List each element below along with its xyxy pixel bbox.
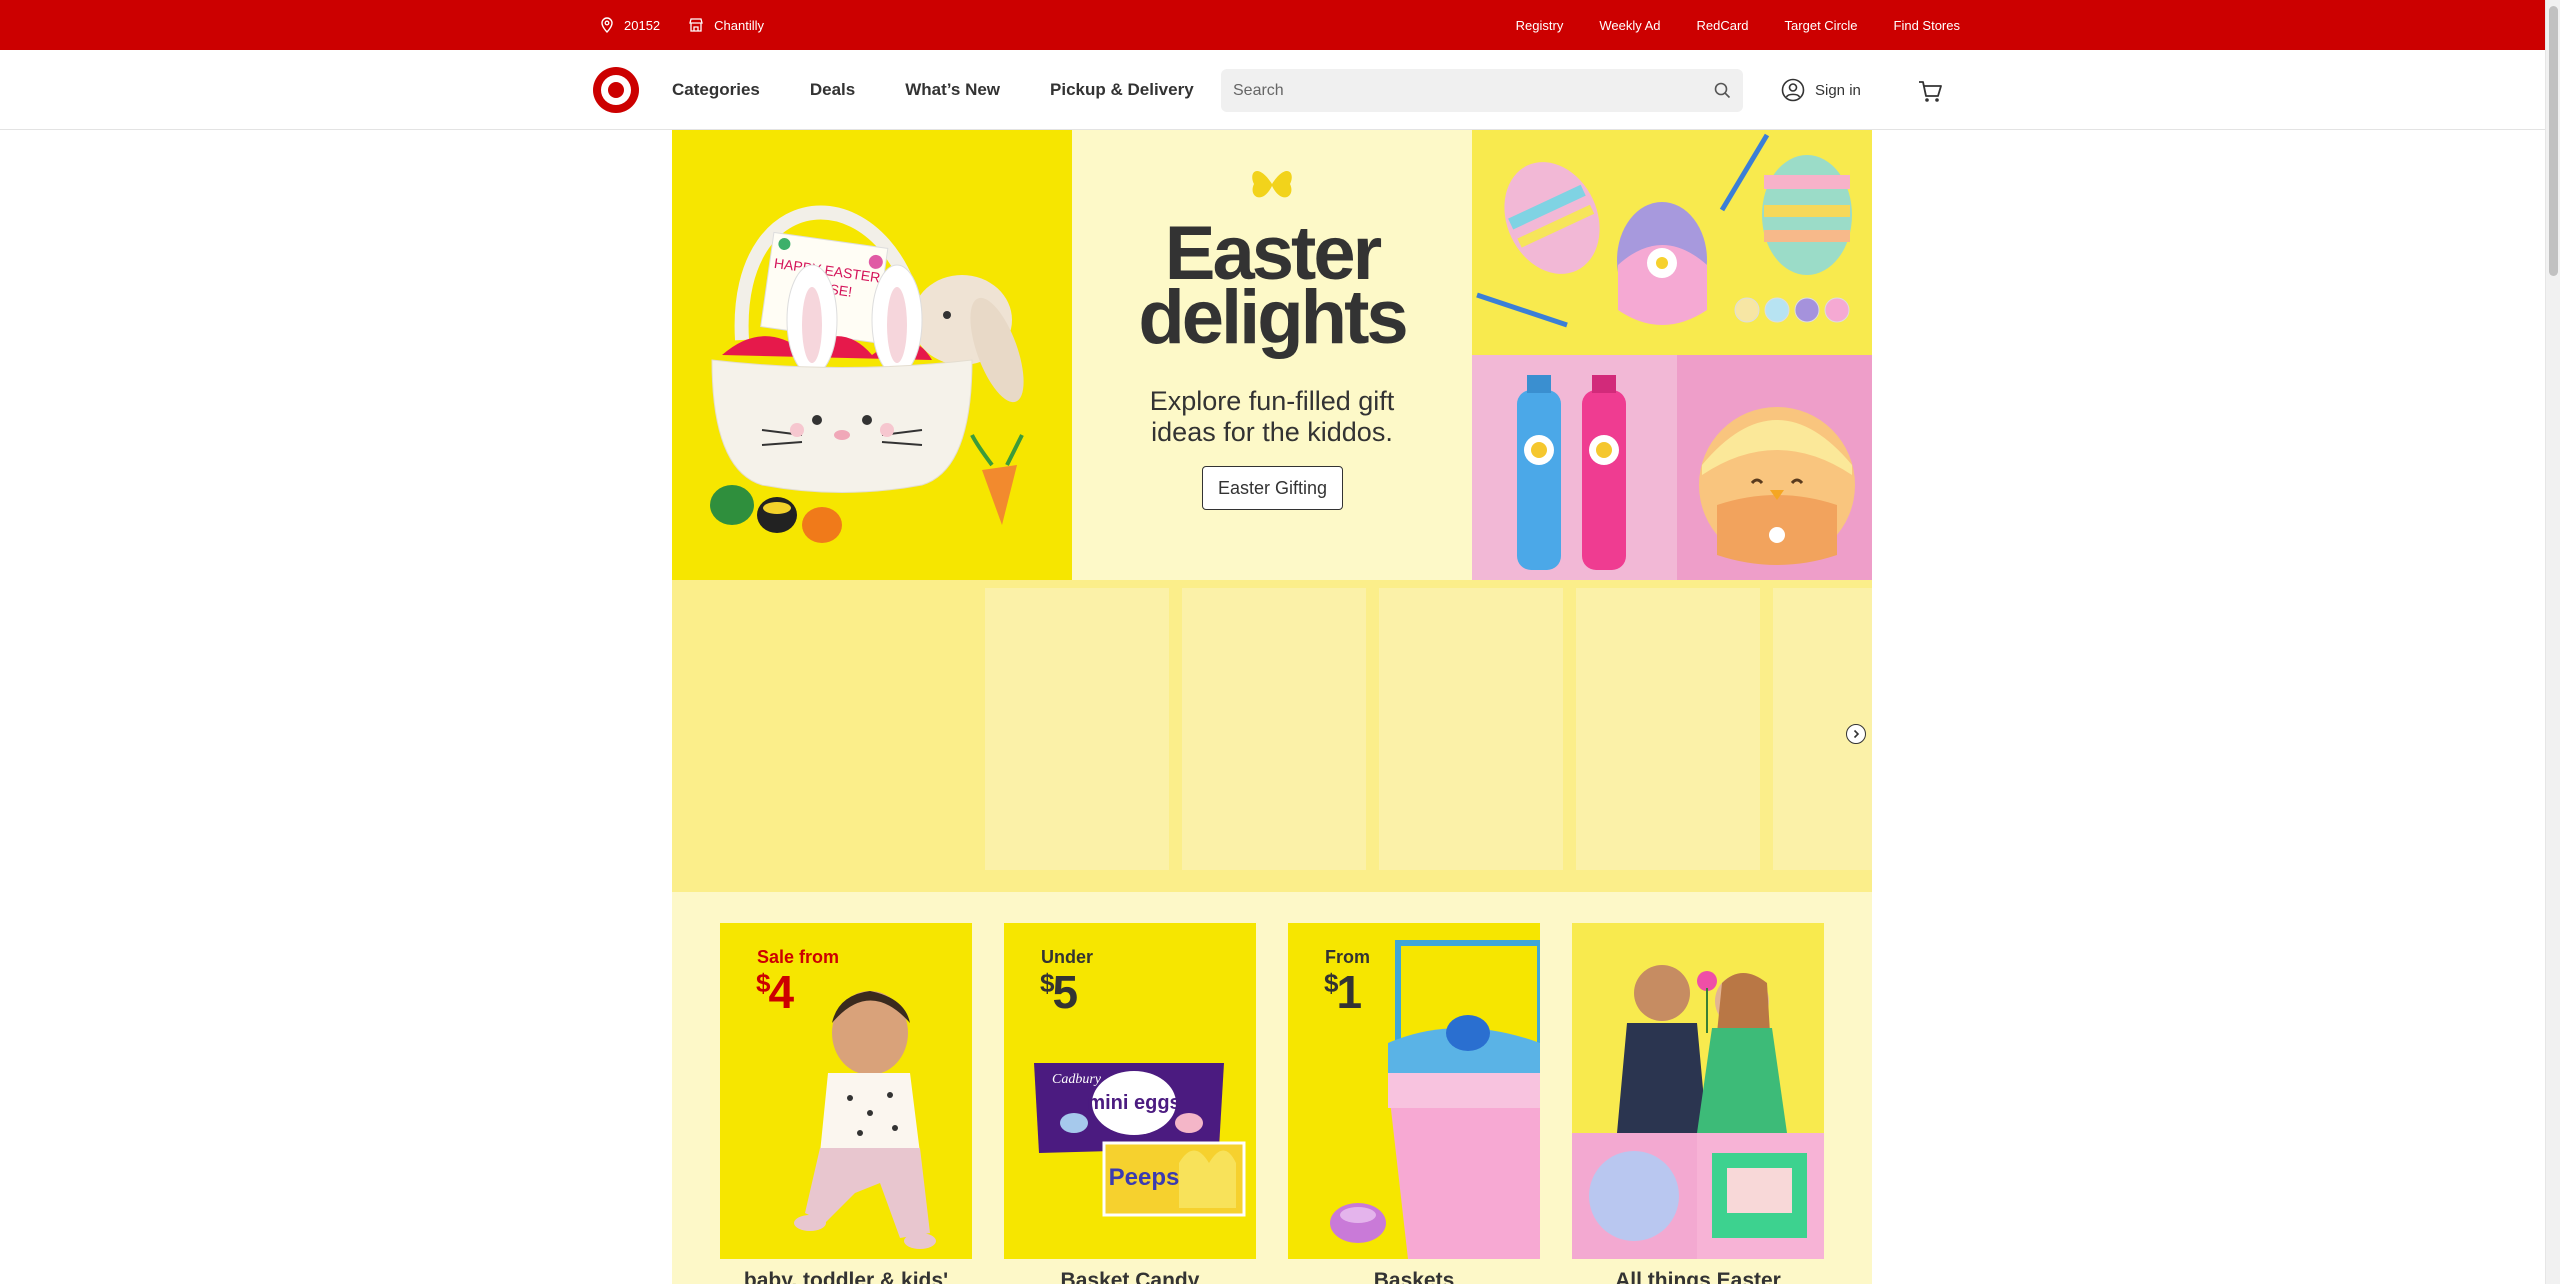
carousel-card[interactable] <box>1576 588 1760 870</box>
store-selector[interactable]: Chantilly <box>688 17 764 33</box>
carousel-card[interactable] <box>1379 588 1563 870</box>
deal-price: $4 <box>756 966 794 1018</box>
nav-pickup-delivery[interactable]: Pickup & Delivery <box>1050 80 1194 100</box>
nav-deals[interactable]: Deals <box>810 80 855 100</box>
deal-title: All things Easter <box>1615 1269 1781 1284</box>
deal-title: baby, toddler & kids' <box>743 1269 949 1284</box>
nav-whats-new[interactable]: What’s New <box>905 80 1000 100</box>
store-icon <box>689 18 703 32</box>
target-circle-link[interactable]: Target Circle <box>1785 18 1858 33</box>
bubble-bottles-image[interactable] <box>1472 355 1677 580</box>
store-name: Chantilly <box>714 17 765 33</box>
search-icon <box>1714 82 1730 99</box>
cart-icon[interactable] <box>1916 77 1944 105</box>
scrollbar-thumb[interactable] <box>2549 6 2558 276</box>
chick-plush-image[interactable] <box>1677 355 1872 580</box>
deal-card-baskets[interactable]: From $1 Baskets <box>1288 923 1540 1284</box>
weekly-ad-link[interactable]: Weekly Ad <box>1599 18 1660 33</box>
butterfly-icon <box>1252 170 1292 198</box>
redcard-link[interactable]: RedCard <box>1697 18 1749 33</box>
deal-card-basket-candy[interactable]: Cadbury mini eggs Peeps Under $5 Basket … <box>1004 923 1256 1284</box>
find-stores-link[interactable]: Find Stores <box>1894 18 1960 33</box>
deals-section: Sale from $4 baby, toddler & kids' Cadbu… <box>672 892 1872 1284</box>
deal-title: Baskets <box>1373 1269 1455 1284</box>
search-bar <box>1221 69 1743 112</box>
hero-subtitle: Explore fun-filled gift ideas for the ki… <box>1149 386 1395 447</box>
carousel-next-button[interactable] <box>1846 724 1866 744</box>
candy-name-text: mini eggs <box>1087 1092 1180 1114</box>
candy-brand-text: Cadbury <box>1052 1072 1102 1087</box>
sign-in-button[interactable]: Sign in <box>1781 50 1861 130</box>
utility-bar: 20152 Chantilly Registry Weekly Ad RedCa… <box>0 0 2545 50</box>
hero-text-panel: Easter delights Explore fun-filled gift … <box>1072 130 1472 580</box>
account-icon <box>1781 78 1805 102</box>
deal-card-all-things-easter[interactable]: All things Easter <box>1572 923 1824 1284</box>
deal-card-kids[interactable]: Sale from $4 baby, toddler & kids' <box>720 923 972 1284</box>
hero-title: Easter delights <box>1138 211 1408 360</box>
registry-link[interactable]: Registry <box>1516 18 1564 33</box>
deal-price: $1 <box>1324 966 1362 1018</box>
deal-price: $5 <box>1040 966 1078 1018</box>
hero-product-grid <box>1472 130 1872 580</box>
search-input[interactable] <box>1221 69 1701 112</box>
hero-banner: HAPPY EASTER MOUSE! <box>672 130 1872 580</box>
location-pin-icon <box>601 17 613 33</box>
peeps-label-text: Peeps <box>1109 1164 1180 1191</box>
sign-in-label: Sign in <box>1815 81 1861 99</box>
nav-categories[interactable]: Categories <box>672 80 760 100</box>
zip-selector[interactable]: 20152 <box>600 17 660 33</box>
deal-title: Basket Candy <box>1060 1269 1200 1284</box>
target-logo[interactable] <box>593 67 639 113</box>
deal-image <box>1572 923 1824 1259</box>
carousel-card[interactable] <box>1182 588 1366 870</box>
utility-links: Registry Weekly Ad RedCard Target Circle… <box>1516 0 1960 50</box>
basket-illustration: HAPPY EASTER MOUSE! <box>710 205 1024 543</box>
carousel-card[interactable] <box>985 588 1169 870</box>
search-button[interactable] <box>1701 69 1743 112</box>
zip-code: 20152 <box>624 17 661 33</box>
painted-eggs-image[interactable] <box>1472 130 1872 355</box>
page-scrollbar[interactable] <box>2545 0 2560 1284</box>
main-header: Categories Deals What’s New Pickup & Del… <box>0 50 2545 130</box>
utility-left: 20152 Chantilly <box>600 0 764 50</box>
easter-basket-image[interactable]: HAPPY EASTER MOUSE! <box>672 130 1072 580</box>
easter-gifting-button[interactable]: Easter Gifting <box>1202 466 1343 510</box>
main-nav: Categories Deals What’s New Pickup & Del… <box>672 50 1194 130</box>
chevron-right-icon <box>1853 729 1860 739</box>
product-carousel <box>672 580 1872 892</box>
